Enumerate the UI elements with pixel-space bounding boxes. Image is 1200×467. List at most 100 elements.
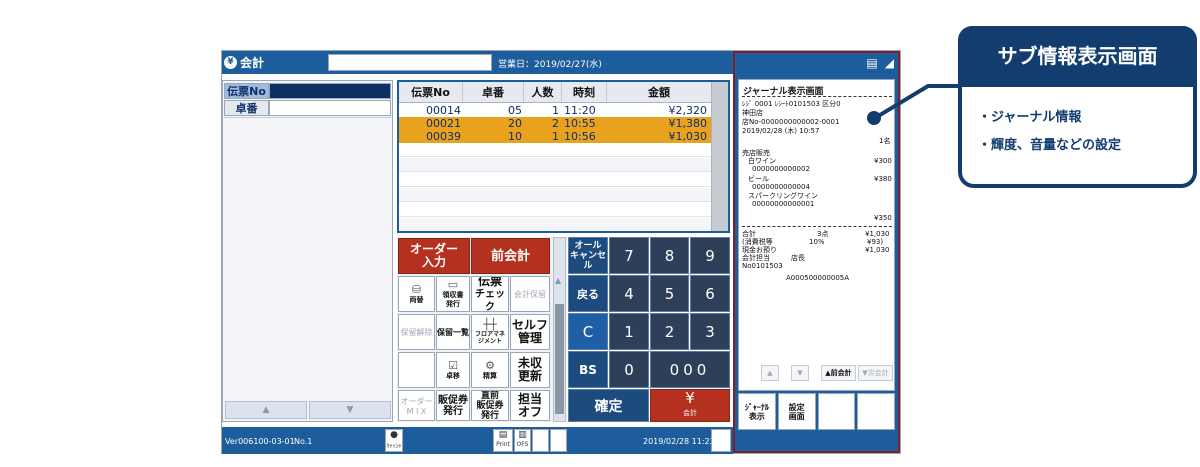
slip-no-label[interactable]: 伝票No bbox=[224, 83, 269, 99]
journal-scroll-up[interactable]: ▲ bbox=[761, 365, 779, 381]
confirm-button[interactable]: 確定 bbox=[568, 389, 649, 422]
journal-line: 0000000000004 bbox=[752, 183, 810, 191]
direct-promo-issue-button[interactable]: 直前 販促券 発行 bbox=[471, 390, 509, 421]
sub-info-pane: ▤ ◢ ジャーナル表示画面 ﾚｼﾞ 0001 ﾚｼｰﾄ0101503 区分0 神… bbox=[733, 51, 900, 453]
key-3[interactable]: 3 bbox=[690, 313, 730, 350]
promo-ticket-issue-button[interactable]: 販促券 発行 bbox=[436, 390, 470, 421]
journal-scroll-down[interactable]: ▼ bbox=[791, 365, 809, 381]
key-9[interactable]: 9 bbox=[690, 237, 730, 274]
table-no-row[interactable]: 卓番 bbox=[224, 100, 391, 116]
hold-list-label: 保留一覧 bbox=[437, 327, 469, 337]
slip-no-field[interactable] bbox=[269, 83, 391, 99]
journal-line: 2019/02/28 (木) 10:57 bbox=[742, 127, 820, 135]
order-table-scrollbar[interactable] bbox=[711, 82, 728, 231]
next-receipt-button[interactable]: ▼次会計 bbox=[858, 365, 893, 381]
key-8[interactable]: 8 bbox=[650, 237, 689, 274]
clear-button[interactable]: C bbox=[568, 313, 608, 350]
scroll-up-arrow-icon[interactable]: ▲ bbox=[555, 276, 561, 285]
blank-pane-button[interactable] bbox=[857, 393, 895, 430]
direct-promo-label-2: 販促券 bbox=[476, 400, 504, 411]
journal-line: ¥93) bbox=[867, 238, 884, 246]
key-1[interactable]: 1 bbox=[609, 313, 649, 350]
promo-ticket-label-2: 発行 bbox=[443, 405, 463, 417]
table-move-button[interactable]: ☑ 卓移 bbox=[436, 352, 470, 388]
staff-off-button[interactable]: 担当 オフ bbox=[510, 390, 550, 421]
exchange-label: 両替 bbox=[409, 295, 424, 304]
cell-amount: ¥1,380 bbox=[668, 117, 708, 130]
key-7[interactable]: 7 bbox=[609, 237, 649, 274]
previous-account-label: 前会計 bbox=[490, 248, 530, 264]
journal-line: 合計 bbox=[742, 230, 756, 238]
checkout-button[interactable]: ¥ 会計 bbox=[650, 389, 730, 422]
table-move-icon: ☑ bbox=[448, 358, 458, 372]
hold-list-button[interactable]: 保留一覧 bbox=[436, 314, 470, 350]
key-2[interactable]: 2 bbox=[650, 313, 689, 350]
blank-pane-button[interactable] bbox=[817, 393, 856, 430]
exchange-button[interactable]: ⛁ 両替 bbox=[398, 276, 435, 312]
settle-button[interactable]: ⚙ 精算 bbox=[471, 352, 509, 388]
slip-check-button[interactable]: 伝票 チェック bbox=[471, 276, 509, 312]
key-000[interactable]: 000 bbox=[650, 351, 730, 388]
journal-list-icon[interactable]: ▤ bbox=[866, 56, 877, 70]
back-button[interactable]: 戻る bbox=[568, 275, 608, 312]
print-button[interactable]: ▤ Print bbox=[493, 429, 513, 452]
receipt-issue-button[interactable]: ▭ 領収書発行 bbox=[436, 276, 470, 312]
table-row[interactable]: 00039 10 1 10:56 ¥1,030 bbox=[399, 130, 711, 143]
backspace-button[interactable]: BS bbox=[568, 351, 608, 388]
floor-icon: ┼┼ bbox=[483, 318, 497, 331]
window-title: ¥ 会計 bbox=[224, 54, 264, 71]
journal-line: 店No-0000000000002-0001 bbox=[742, 118, 840, 126]
table-no-field[interactable] bbox=[269, 100, 391, 116]
journal-divider bbox=[742, 226, 892, 227]
table-no-label[interactable]: 卓番 bbox=[224, 100, 269, 116]
journal-line: 神田店 bbox=[742, 109, 763, 117]
version-text: Ver006100-03-01 bbox=[225, 437, 295, 446]
ofs-button[interactable]: ▥ OFS bbox=[514, 429, 531, 452]
previous-receipt-button[interactable]: ▲前会計 bbox=[821, 365, 856, 381]
function-scrollbar[interactable]: ▲ bbox=[553, 237, 566, 422]
order-mix-button[interactable]: オーダー M I X bbox=[398, 390, 435, 421]
print-label: Print bbox=[496, 441, 510, 448]
hold-release-button[interactable]: 保留解除 bbox=[398, 314, 435, 350]
coins-icon: ⛁ bbox=[411, 282, 422, 296]
scrollbar-thumb[interactable] bbox=[555, 304, 564, 414]
account-hold-button[interactable]: 会計保留 bbox=[510, 276, 550, 312]
ofs-label: OFS bbox=[516, 441, 529, 448]
cell-table-no: 05 bbox=[508, 104, 522, 117]
journal-line: ¥1,030 bbox=[865, 230, 890, 238]
scroll-up-button[interactable]: ▲ bbox=[225, 401, 307, 419]
table-row[interactable]: 00021 20 2 10:55 ¥1,380 bbox=[399, 117, 711, 130]
journal-line: No0101503 bbox=[742, 262, 783, 270]
slip-check-label-1: 伝票 bbox=[477, 276, 502, 288]
journal-line: スパークリングワイン bbox=[748, 192, 818, 200]
settings-screen-button[interactable]: 設定 画面 bbox=[777, 393, 816, 430]
receipt-issue-label: 領収書発行 bbox=[442, 291, 464, 308]
key-4[interactable]: 4 bbox=[609, 275, 649, 312]
self-management-button[interactable]: セルフ 管理 bbox=[510, 314, 550, 350]
signal-icon: ◢ bbox=[884, 56, 894, 70]
journal-display-button[interactable]: ｼﾞｬｰﾅﾙ 表示 bbox=[738, 393, 776, 430]
scroll-down-button[interactable]: ▼ bbox=[309, 401, 391, 419]
hold-release-label: 保留解除 bbox=[400, 327, 433, 337]
journal-line: 10% bbox=[809, 238, 825, 246]
blank-function-button[interactable] bbox=[398, 352, 435, 388]
cell-table-no: 20 bbox=[508, 117, 522, 130]
journal-display: ジャーナル表示画面 ﾚｼﾞ 0001 ﾚｼｰﾄ0101503 区分0 神田店 店… bbox=[738, 79, 895, 391]
key-5[interactable]: 5 bbox=[650, 275, 689, 312]
table-row[interactable]: 00014 05 1 11:20 ¥2,320 bbox=[399, 104, 711, 117]
order-input-button[interactable]: オーダー入力 bbox=[398, 238, 470, 274]
yen-icon: ¥ bbox=[685, 388, 695, 407]
unpaid-update-button[interactable]: 未収 更新 bbox=[510, 352, 550, 388]
slip-no-row[interactable]: 伝票No bbox=[224, 83, 391, 99]
previous-account-button[interactable]: 前会計 bbox=[471, 238, 550, 274]
cashier-button[interactable]: ● ｷｬｯｼｬ bbox=[385, 429, 403, 452]
unpaid-update-label-2: 更新 bbox=[517, 369, 542, 383]
key-6[interactable]: 6 bbox=[690, 275, 730, 312]
cell-slip-no: 00014 bbox=[426, 104, 461, 117]
all-cancel-button[interactable]: オール キャンセル bbox=[568, 237, 608, 274]
checkout-label: 会計 bbox=[683, 408, 697, 417]
key-0[interactable]: 0 bbox=[609, 351, 649, 388]
header-table-no: 卓番 bbox=[463, 82, 524, 102]
floor-management-button[interactable]: ┼┼ フロアマネジメント bbox=[471, 314, 509, 350]
direct-promo-label-1: 直前 bbox=[480, 390, 499, 401]
